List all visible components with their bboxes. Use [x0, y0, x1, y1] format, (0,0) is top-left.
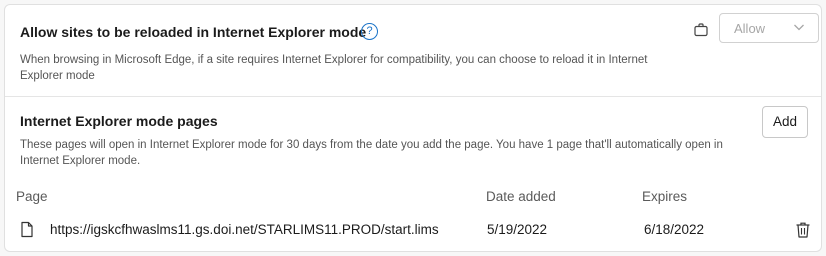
- date-added-value: 5/19/2022: [487, 222, 548, 237]
- column-header-expires: Expires: [642, 189, 688, 204]
- chevron-down-icon: [792, 20, 806, 34]
- column-header-date-added: Date added: [486, 189, 556, 204]
- ie-reload-title: Allow sites to be reloaded in Internet E…: [20, 24, 367, 40]
- briefcase-icon: [693, 22, 709, 38]
- ie-pages-description: These pages will open in Internet Explor…: [20, 139, 723, 167]
- ie-reload-description: When browsing in Microsoft Edge, if a si…: [20, 54, 648, 82]
- ie-reload-select-value: Allow: [734, 21, 766, 36]
- help-glyph: ?: [366, 25, 373, 37]
- section-divider: [5, 96, 821, 97]
- ie-reload-select[interactable]: Allow: [719, 13, 819, 43]
- expires-value: 6/18/2022: [644, 222, 705, 237]
- settings-card: Allow sites to be reloaded in Internet E…: [4, 4, 822, 252]
- document-icon: [20, 221, 34, 238]
- add-page-button[interactable]: Add: [762, 106, 808, 138]
- trash-icon[interactable]: [795, 221, 811, 239]
- ie-pages-title: Internet Explorer mode pages: [20, 113, 218, 129]
- table-row: https://igskcfhwaslms11.gs.doi.net/STARL…: [5, 217, 821, 243]
- help-icon[interactable]: ?: [361, 23, 378, 40]
- page-url: https://igskcfhwaslms11.gs.doi.net/STARL…: [50, 222, 439, 237]
- column-header-page: Page: [16, 189, 48, 204]
